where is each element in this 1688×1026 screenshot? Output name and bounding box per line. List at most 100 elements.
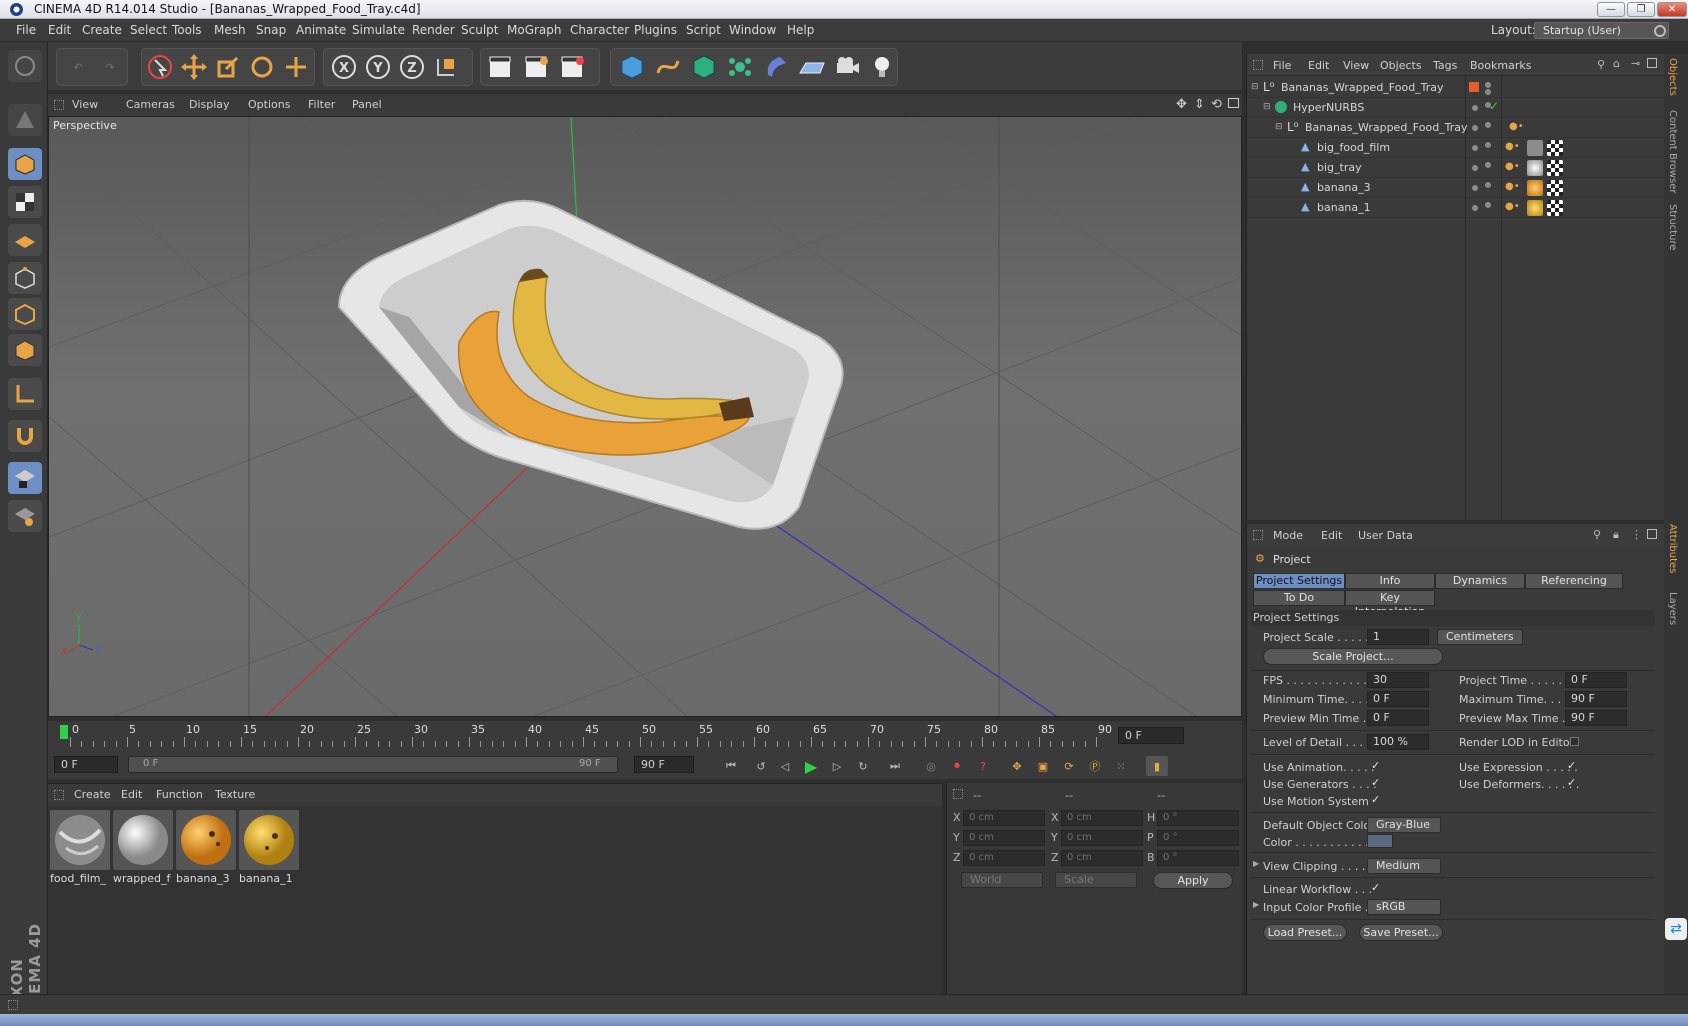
color-swatch[interactable]: [1367, 834, 1393, 848]
floor-icon[interactable]: [796, 51, 828, 83]
playhead[interactable]: [60, 725, 68, 739]
save-preset-button[interactable]: Save Preset...: [1359, 924, 1443, 941]
visibility-render-dot[interactable]: [1485, 89, 1491, 95]
menu-mograph[interactable]: MoGraph: [507, 23, 562, 37]
object-row[interactable]: ▲ banana_1 ●•: [1247, 198, 1665, 218]
world-select[interactable]: World: [961, 872, 1043, 888]
units-select[interactable]: Centimeters: [1437, 629, 1523, 645]
rotation-h-field[interactable]: 0 °: [1157, 810, 1239, 826]
panel-grip-icon[interactable]: [54, 100, 64, 110]
menu-help[interactable]: Help: [787, 23, 814, 37]
tab-layers[interactable]: Layers: [1667, 592, 1678, 625]
timeline-icon[interactable]: ▮: [1146, 756, 1168, 776]
expand-arrow-icon[interactable]: ▶: [1253, 859, 1259, 868]
locked-workplane-icon[interactable]: [8, 462, 42, 494]
camera-icon[interactable]: [832, 51, 864, 83]
object-menu-tags[interactable]: Tags: [1433, 59, 1457, 72]
next-key-icon[interactable]: ↻: [852, 756, 874, 776]
render-settings-icon[interactable]: [556, 51, 588, 83]
object-menu-view[interactable]: View: [1343, 59, 1369, 72]
scale-icon[interactable]: [212, 51, 244, 83]
material-swatch[interactable]: food_film_: [50, 810, 110, 885]
end-frame-field[interactable]: 90 F: [634, 756, 694, 773]
load-preset-button[interactable]: Load Preset...: [1263, 924, 1347, 941]
visibility-editor-dot[interactable]: [1472, 105, 1478, 111]
subdivision-surface-icon[interactable]: [688, 51, 720, 83]
zoom-view-icon[interactable]: ⇕: [1194, 97, 1205, 112]
fps-field[interactable]: 30: [1367, 672, 1429, 688]
viewport-menu-panel[interactable]: Panel: [352, 98, 382, 111]
preview-min-time-field[interactable]: 0 F: [1367, 710, 1429, 726]
enabled-check-icon[interactable]: ✓: [1489, 99, 1499, 113]
more-icon[interactable]: ⋮: [1631, 528, 1642, 541]
menu-edit[interactable]: Edit: [48, 23, 71, 37]
home-icon[interactable]: ⌂: [1613, 57, 1620, 70]
menu-select[interactable]: Select: [130, 23, 167, 37]
panel-grip-icon[interactable]: [54, 790, 64, 800]
size-z-field[interactable]: 0 cm: [1061, 850, 1143, 866]
key-scale-icon[interactable]: ▣: [1032, 756, 1054, 776]
maximum-time-field[interactable]: 90 F: [1565, 691, 1627, 707]
light-icon[interactable]: [866, 51, 898, 83]
rotation-p-field[interactable]: 0 °: [1157, 830, 1239, 846]
object-menu-file[interactable]: File: [1273, 59, 1291, 72]
tab-structure[interactable]: Structure: [1667, 204, 1678, 251]
axis-mode-icon[interactable]: [8, 378, 42, 410]
play-icon[interactable]: ▶: [800, 756, 822, 776]
menu-create[interactable]: Create: [82, 23, 122, 37]
minimize-button[interactable]: —: [1597, 2, 1625, 17]
visibility-editor-dot[interactable]: [1472, 185, 1478, 191]
visibility-render-dot[interactable]: [1485, 142, 1491, 148]
polygons-mode-icon[interactable]: [8, 334, 42, 366]
material-tag-icon[interactable]: [1527, 140, 1543, 156]
linear-workflow-checkbox[interactable]: ✓: [1371, 882, 1381, 893]
search-icon[interactable]: ⚲: [1597, 58, 1605, 71]
viewport-menu-display[interactable]: Display: [189, 98, 230, 111]
visibility-editor-dot[interactable]: [1485, 82, 1491, 88]
uvw-tag-icon[interactable]: [1547, 160, 1563, 176]
visibility-editor-dot[interactable]: [1472, 205, 1478, 211]
size-y-field[interactable]: 0 cm: [1061, 830, 1143, 846]
menu-tools[interactable]: Tools: [172, 23, 202, 37]
array-icon[interactable]: [724, 51, 756, 83]
phong-tag-icon[interactable]: ●•: [1505, 181, 1520, 192]
rotation-b-field[interactable]: 0 °: [1157, 850, 1239, 866]
material-menu-texture[interactable]: Texture: [215, 788, 255, 801]
model-mode-icon[interactable]: [8, 148, 42, 180]
viewport-menu-view[interactable]: View: [72, 98, 98, 111]
search-icon[interactable]: ⚲: [1593, 528, 1601, 541]
current-frame-field[interactable]: 0 F: [1118, 727, 1184, 744]
phong-tag-icon[interactable]: ●•: [1505, 161, 1520, 172]
maximize-view-icon[interactable]: [1228, 98, 1239, 108]
menu-snap[interactable]: Snap: [256, 23, 286, 37]
menu-file[interactable]: File: [16, 23, 36, 37]
tab-content-browser[interactable]: Content Browser: [1667, 110, 1678, 193]
snap-grid-icon[interactable]: [8, 500, 42, 532]
object-row[interactable]: ▲ big_tray ●•: [1247, 158, 1665, 178]
menu-plugins[interactable]: Plugins: [634, 23, 677, 37]
record-active-icon[interactable]: ◎: [920, 756, 942, 776]
new-window-icon[interactable]: [1647, 529, 1657, 539]
minimum-time-field[interactable]: 0 F: [1367, 691, 1429, 707]
input-color-profile-select[interactable]: sRGB: [1367, 899, 1441, 915]
use-expression-checkbox[interactable]: ✓: [1567, 760, 1577, 771]
deformer-icon[interactable]: [760, 51, 792, 83]
panel-grip-icon[interactable]: [1253, 530, 1263, 540]
texture-mode-icon[interactable]: [8, 186, 42, 218]
key-pla-icon[interactable]: ⁙: [1110, 756, 1132, 776]
object-row[interactable]: ⊟ L⁰ Bananas_Wrapped_Food_Tray ●•: [1247, 118, 1665, 138]
magnet-icon[interactable]: [8, 420, 42, 452]
pan-view-icon[interactable]: ✥: [1176, 97, 1187, 112]
attribute-menu-user-data[interactable]: User Data: [1358, 529, 1413, 542]
panel-grip-icon[interactable]: [8, 1000, 18, 1010]
apply-button[interactable]: Apply: [1153, 872, 1233, 889]
panel-grip-icon[interactable]: [953, 789, 963, 799]
visibility-editor-dot[interactable]: [1472, 145, 1478, 151]
remote-support-icon[interactable]: ⇄: [1665, 918, 1687, 940]
menu-window[interactable]: Window: [729, 23, 776, 37]
menu-animate[interactable]: Animate: [296, 23, 346, 37]
menu-render[interactable]: Render: [412, 23, 455, 37]
visibility-editor-dot[interactable]: [1472, 125, 1478, 131]
tab-to-do[interactable]: To Do: [1253, 590, 1345, 606]
viewport-menu-filter[interactable]: Filter: [308, 98, 335, 111]
